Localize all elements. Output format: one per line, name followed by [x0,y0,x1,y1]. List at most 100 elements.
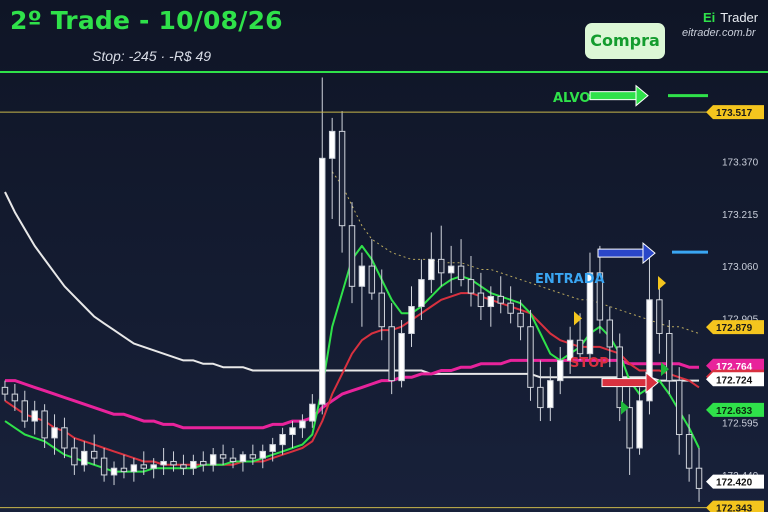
price-tag-label: 173.517 [716,108,753,119]
candle-body [368,265,376,294]
candle-body [309,403,316,422]
y-tick-label: 173.370 [722,158,759,169]
candle [428,232,435,294]
candle [556,346,564,395]
candle-body [41,410,48,439]
price-tag: 172.633 [706,402,764,417]
candle [120,454,128,479]
candle-body [219,454,227,459]
candle-body [537,386,544,409]
stop-summary: Stop: -245 · -R$ 49 [92,48,212,64]
candle [328,117,336,219]
candle [636,387,643,455]
candle-body [180,464,187,469]
candle [467,256,475,307]
target-arrow-head [635,84,649,107]
candle-body [11,393,19,402]
signal-triangle-gold [574,311,582,326]
candle [319,77,326,415]
candle [110,461,118,486]
candle-body [487,295,495,308]
candle-body [457,265,465,281]
candle [1,380,9,401]
candle [507,286,514,324]
ma-red-line [4,292,700,466]
candle-body [21,400,29,422]
candle [81,441,88,472]
candle-body [685,434,693,469]
candle-body [120,467,128,473]
candle-body [517,312,524,328]
candle [90,434,98,465]
candle-body [190,460,197,469]
price-tag-label: 172.633 [716,406,753,417]
candle-body [279,434,286,446]
candle-body [507,302,514,314]
candle [388,303,395,395]
candle-body [477,292,485,308]
y-tick-label: 173.060 [722,262,759,273]
candle-body [636,400,643,449]
brand-logo: Ei Trader [703,10,758,25]
candle-body [358,265,366,287]
candle-body [140,464,148,469]
stop-label: STOP [570,356,609,371]
candle-body [71,447,78,466]
candle [338,111,346,253]
candle [31,400,38,435]
candlestick-chart: 173.370173.215173.060172.905172.750172.5… [0,71,768,512]
candle-body [378,292,385,328]
candle-body [170,460,177,466]
candle-body [160,460,167,466]
price-tag: 172.724 [706,372,764,387]
candle-body [408,306,415,334]
candle-body [259,450,266,459]
stop-arrow-shaft [601,378,649,388]
candle [666,320,673,395]
candle [289,421,296,448]
alvo-label: ALVO [553,91,591,106]
candle-body [150,464,157,469]
candle-body [666,332,673,382]
entrada-label: ENTRADA [535,272,605,287]
candle-body [239,454,247,462]
candle-body [616,346,623,409]
price-tag: 172.343 [706,500,764,512]
candle-body [1,386,9,395]
candle-body [110,467,118,476]
candle [299,414,306,438]
candle [71,437,78,475]
trade-screen: 173.370173.215173.060172.905172.750172.5… [0,0,768,512]
signal-triangle-gold [658,275,666,290]
candle-body [656,299,663,334]
candle-body [200,460,207,466]
candle-body [289,427,296,436]
candle-body [299,420,306,429]
candle [130,458,138,482]
entry-arrow [597,242,656,265]
candle-body [497,295,504,304]
trade-direction-badge: Compra [585,23,665,59]
candle-body [130,464,138,473]
candle [61,417,68,459]
candle [626,387,633,475]
candle-body [81,450,88,466]
candle-body [51,427,58,439]
entry-arrow-shaft [597,248,646,258]
candle [656,279,663,354]
candle [537,360,544,422]
candle [586,252,594,361]
price-tag-label: 172.343 [716,504,753,512]
price-tag: 172.420 [706,474,764,489]
candle [259,444,266,469]
price-tag-label: 172.879 [716,323,753,334]
candle-body [547,380,554,409]
candle-body [229,457,237,462]
candle-body [556,359,564,382]
candle-body [398,332,405,382]
candle-body [606,319,614,348]
candle-body [527,326,534,388]
candle [348,202,356,304]
candle [675,367,683,455]
candle [209,448,217,472]
